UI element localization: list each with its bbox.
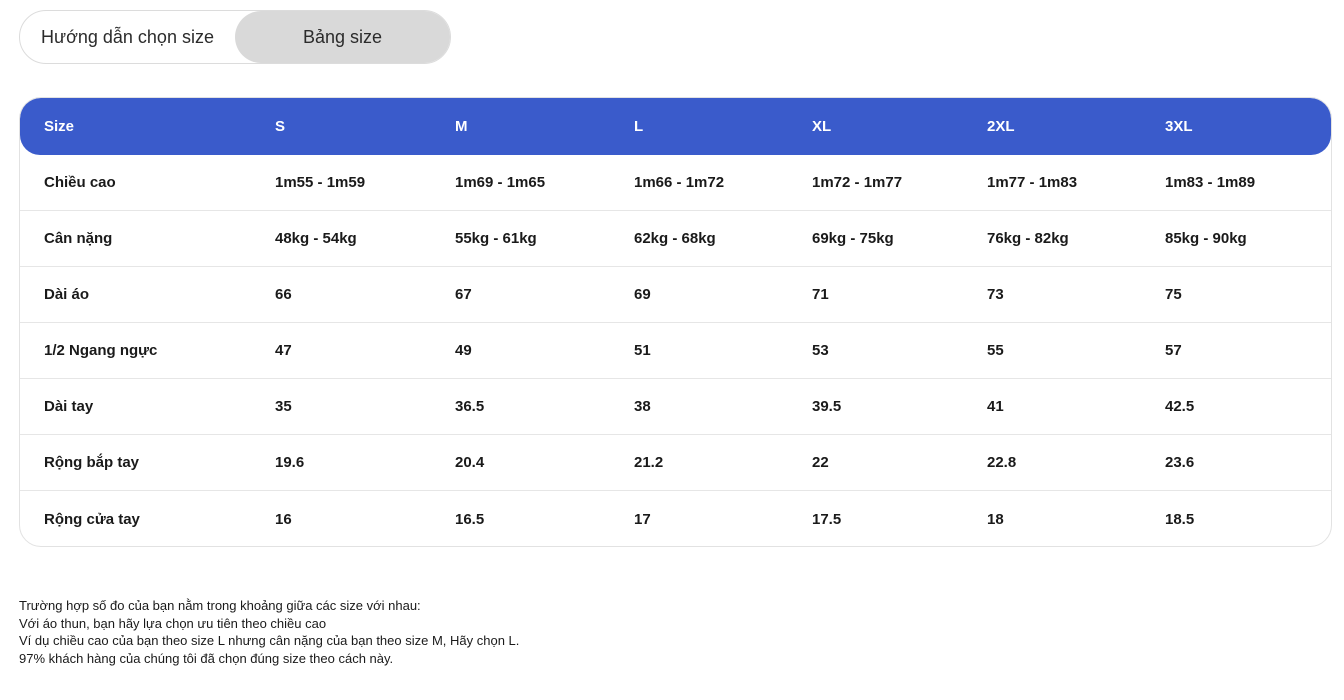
table-cell: 57 <box>1165 342 1182 359</box>
table-cell: 1m83 - 1m89 <box>1165 174 1256 191</box>
table-row: Rộng bắp tay 19.6 20.4 21.2 22 22.8 23.6 <box>20 435 1331 491</box>
table-cell: 53 <box>812 342 829 359</box>
header-cell: M <box>455 118 468 135</box>
size-guide-page: Hướng dẫn chọn size Bảng size Size S M L… <box>0 0 1344 700</box>
table-cell: 19.6 <box>275 454 305 471</box>
table-cell: 16 <box>275 510 292 528</box>
table-cell: 48kg - 54kg <box>275 230 357 247</box>
table-row: Chiều cao 1m55 - 1m59 1m69 - 1m65 1m66 -… <box>20 155 1331 211</box>
table-cell: 1m66 - 1m72 <box>634 174 725 191</box>
table-header-row: Size S M L XL 2XL 3XL <box>20 98 1331 155</box>
row-label: Dài áo <box>44 286 90 303</box>
size-table: Size S M L XL 2XL 3XL Chiều cao 1m55 - 1… <box>19 97 1332 547</box>
header-cell: S <box>275 118 286 135</box>
table-cell: 69 <box>634 286 651 303</box>
header-cell: 3XL <box>1165 118 1193 135</box>
table-cell: 17 <box>634 510 651 528</box>
table-cell: 73 <box>987 286 1004 303</box>
header-cell: 2XL <box>987 118 1015 135</box>
header-cell: Size <box>44 118 75 135</box>
size-tabs: Hướng dẫn chọn size Bảng size <box>19 10 451 64</box>
note-line: Trường hợp số đo của bạn nằm trong khoản… <box>19 598 421 613</box>
table-cell: 67 <box>455 286 472 303</box>
table-cell: 21.2 <box>634 454 664 471</box>
row-label: Chiều cao <box>44 174 116 191</box>
table-cell: 22.8 <box>987 454 1017 471</box>
table-cell: 35 <box>275 398 292 415</box>
table-cell: 75 <box>1165 286 1182 303</box>
table-cell: 62kg - 68kg <box>634 230 716 247</box>
table-cell: 36.5 <box>455 398 485 415</box>
tab-size-guide[interactable]: Hướng dẫn chọn size <box>20 11 235 63</box>
table-cell: 1m77 - 1m83 <box>987 174 1078 191</box>
table-cell: 17.5 <box>812 510 842 528</box>
table-cell: 51 <box>634 342 651 359</box>
table-cell: 49 <box>455 342 472 359</box>
table-cell: 1m55 - 1m59 <box>275 174 366 191</box>
table-cell: 39.5 <box>812 398 842 415</box>
row-label: Rộng cửa tay <box>44 510 140 528</box>
table-cell: 47 <box>275 342 292 359</box>
table-cell: 1m69 - 1m65 <box>455 174 546 191</box>
table-row: Dài tay 35 36.5 38 39.5 41 42.5 <box>20 379 1331 435</box>
table-cell: 20.4 <box>455 454 485 471</box>
table-row: Rộng cửa tay 16 16.5 17 17.5 18 18.5 <box>20 491 1331 546</box>
row-label: Rộng bắp tay <box>44 454 140 471</box>
table-cell: 1m72 - 1m77 <box>812 174 903 191</box>
row-label: Dài tay <box>44 398 94 415</box>
table-cell: 66 <box>275 286 292 303</box>
table-cell: 55 <box>987 342 1004 359</box>
row-label: 1/2 Ngang ngực <box>44 342 158 359</box>
note-line: Với áo thun, bạn hãy lựa chọn ưu tiên th… <box>19 615 327 631</box>
note-line: 97% khách hàng của chúng tôi đã chọn đún… <box>19 650 394 666</box>
table-cell: 76kg - 82kg <box>987 230 1069 247</box>
table-row: Dài áo 66 67 69 71 73 75 <box>20 267 1331 323</box>
row-label: Cân nặng <box>44 230 113 247</box>
table-cell: 41 <box>987 398 1004 415</box>
table-cell: 18.5 <box>1165 510 1195 528</box>
table-cell: 22 <box>812 454 829 471</box>
table-cell: 55kg - 61kg <box>455 230 537 247</box>
table-cell: 71 <box>812 286 829 303</box>
table-cell: 23.6 <box>1165 454 1195 471</box>
table-cell: 18 <box>987 510 1004 528</box>
table-cell: 16.5 <box>455 510 485 528</box>
table-row: 1/2 Ngang ngực 47 49 51 53 55 57 <box>20 323 1331 379</box>
table-cell: 38 <box>634 398 651 415</box>
table-row: Cân nặng 48kg - 54kg 55kg - 61kg 62kg - … <box>20 211 1331 267</box>
size-notes: Trường hợp số đo của bạn nằm trong khoản… <box>19 597 519 667</box>
table-cell: 85kg - 90kg <box>1165 230 1247 247</box>
table-cell: 42.5 <box>1165 398 1195 415</box>
table-cell: 69kg - 75kg <box>812 230 894 247</box>
header-cell: XL <box>812 118 832 135</box>
tab-size-chart[interactable]: Bảng size <box>235 11 450 63</box>
header-cell: L <box>634 118 644 135</box>
note-line: Ví dụ chiều cao của bạn theo size L nhưn… <box>19 633 520 648</box>
